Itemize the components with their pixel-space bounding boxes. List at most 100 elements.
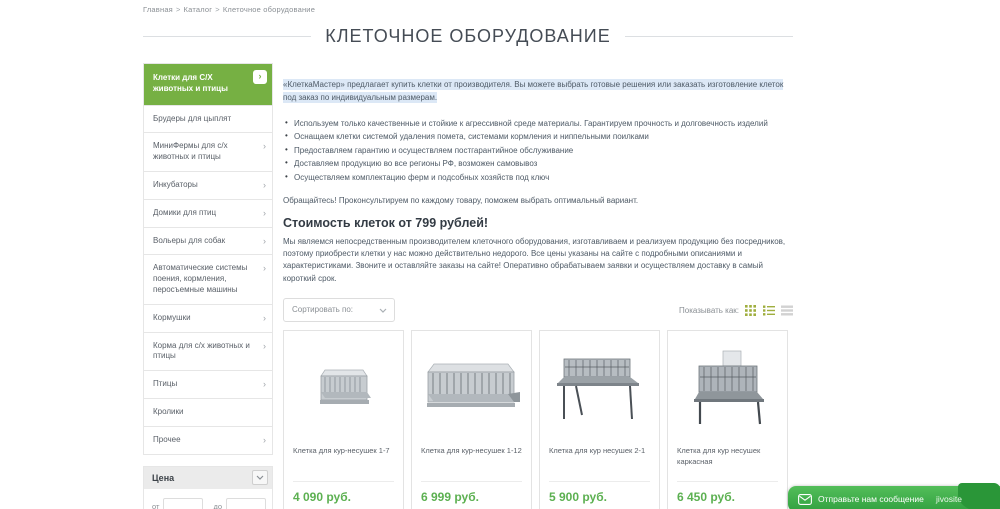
category-menu: Клетки для С/Х животных и птицы › Брудер… [143, 63, 273, 455]
chevron-right-icon: › [263, 312, 266, 324]
sidebar-item-korma[interactable]: Корма для с/х животных и птицы › [144, 333, 272, 372]
sidebar-item-kletki[interactable]: Клетки для С/Х животных и птицы › [144, 64, 272, 106]
sidebar-item-inkubatory[interactable]: Инкубаторы › [144, 172, 272, 200]
sidebar-item-voljery[interactable]: Вольеры для собак › [144, 228, 272, 256]
sidebar-item-minifermy[interactable]: МиниФермы для с/х животных и птицы › [144, 133, 272, 172]
promo-paragraph: Мы являемся непосредственным производите… [283, 236, 793, 286]
breadcrumb: Главная>Каталог>Клеточное оборудование [143, 5, 315, 14]
list-item: Предоставляем гарантию и осуществляем по… [283, 145, 793, 157]
grid-view-icon[interactable] [744, 304, 757, 317]
sidebar: Клетки для С/Х животных и птицы › Брудер… [143, 63, 273, 509]
product-card[interactable]: Клетка для кур несушек каркасная 6 450 р… [667, 330, 788, 509]
product-name[interactable]: Клетка для кур несушек 2-1 [549, 445, 650, 479]
promo-heading: Стоимость клеток от 799 рублей! [283, 216, 793, 230]
price-to-input[interactable] [226, 498, 266, 509]
chevron-right-icon: › [263, 378, 266, 390]
sidebar-item-brudery[interactable]: Брудеры для цыплят [144, 106, 272, 134]
product-price: 6 450 руб. [677, 490, 778, 504]
sidebar-item-label: Вольеры для собак [153, 236, 225, 245]
sidebar-item-domiki[interactable]: Домики для птиц › [144, 200, 272, 228]
chevron-right-icon: › [263, 140, 266, 152]
chat-brand-label: jivosite [936, 494, 962, 504]
page-title-row: КЛЕТОЧНОЕ ОБОРУДОВАНИЕ [143, 26, 793, 47]
product-card[interactable]: Клетка для кур несушек 2-1 5 900 руб. [539, 330, 660, 509]
sidebar-item-label: Прочее [153, 435, 181, 444]
sidebar-item-pticy[interactable]: Птицы › [144, 371, 272, 399]
sidebar-item-avtomaticheskie[interactable]: Автоматические системы поения, кормления… [144, 255, 272, 304]
breadcrumb-catalog[interactable]: Каталог [184, 5, 213, 14]
sidebar-item-label: Птицы [153, 379, 177, 388]
intro-outro: Обращайтесь! Проконсультируем по каждому… [283, 196, 793, 205]
view-switcher: Показывать как: [679, 304, 793, 317]
feature-list: Используем только качественные и стойкие… [283, 118, 793, 184]
product-price: 5 900 руб. [549, 490, 650, 504]
breadcrumb-home[interactable]: Главная [143, 5, 173, 14]
breadcrumb-separator: > [215, 5, 220, 14]
chevron-down-icon [379, 308, 387, 313]
table-view-icon[interactable] [780, 304, 793, 317]
list-item: Осуществляем комплектацию ферм и подсобн… [283, 172, 793, 184]
product-price: 4 090 руб. [293, 490, 394, 504]
card-divider [677, 481, 778, 482]
price-to-label: до [213, 502, 222, 509]
chevron-down-icon[interactable] [252, 470, 268, 485]
chat-widget[interactable]: Отправьте нам сообщение jivosite [788, 486, 1000, 509]
product-card[interactable]: Клетка для кур-несушек 1-12 6 999 руб. [411, 330, 532, 509]
highlighted-text: «КлеткаМастер» предлагает купить клетки … [283, 79, 783, 103]
product-name[interactable]: Клетка для кур-несушек 1-12 [421, 445, 522, 479]
chevron-right-icon: › [263, 179, 266, 191]
page: Главная>Каталог>Клеточное оборудование К… [0, 0, 1000, 509]
sidebar-item-label: Автоматические системы поения, кормления… [153, 263, 247, 294]
card-divider [293, 481, 394, 482]
sidebar-item-label: Домики для птиц [153, 208, 216, 217]
sidebar-item-kormushki[interactable]: Кормушки › [144, 305, 272, 333]
price-from-label: от [152, 502, 159, 509]
product-grid: Клетка для кур-несушек 1-7 4 090 руб. [283, 330, 793, 509]
price-filter-title: Цена [152, 473, 174, 483]
sort-dropdown[interactable]: Сортировать по: [283, 298, 395, 322]
price-filter: Цена от до [143, 466, 273, 509]
product-cage-image [549, 339, 650, 439]
chevron-right-icon: › [263, 262, 266, 274]
price-filter-body: от до [144, 489, 272, 509]
price-filter-header[interactable]: Цена [144, 467, 272, 489]
list-item: Оснащаем клетки системой удаления помета… [283, 131, 793, 143]
chevron-right-icon: › [263, 235, 266, 247]
sidebar-item-label: Корма для с/х животных и птицы [153, 341, 250, 361]
card-divider [549, 481, 650, 482]
breadcrumb-separator: > [176, 5, 181, 14]
envelope-icon [798, 494, 812, 505]
list-view-icon[interactable] [762, 304, 775, 317]
product-price: 6 999 руб. [421, 490, 522, 504]
sidebar-item-prochee[interactable]: Прочее › [144, 427, 272, 455]
intro-paragraph: «КлеткаМастер» предлагает купить клетки … [283, 79, 793, 105]
sidebar-item-label: Кормушки [153, 313, 191, 322]
title-divider-left [143, 36, 311, 37]
price-from-input[interactable] [163, 498, 203, 509]
main-content: «КлеткаМастер» предлагает купить клетки … [283, 79, 793, 509]
sidebar-item-label: МиниФермы для с/х животных и птицы [153, 141, 228, 161]
title-divider-right [625, 36, 793, 37]
product-card[interactable]: Клетка для кур-несушек 1-7 4 090 руб. [283, 330, 404, 509]
view-switcher-label: Показывать как: [679, 306, 739, 315]
product-name[interactable]: Клетка для кур-несушек 1-7 [293, 445, 394, 479]
breadcrumb-current: Клеточное оборудование [223, 5, 315, 14]
product-cage-image [421, 339, 522, 439]
page-title: КЛЕТОЧНОЕ ОБОРУДОВАНИЕ [325, 26, 611, 47]
chevron-right-icon: › [263, 207, 266, 219]
product-cage-image [677, 339, 778, 439]
sidebar-item-label: Кролики [153, 407, 184, 416]
product-cage-image [293, 339, 394, 439]
sort-dropdown-label: Сортировать по: [292, 305, 353, 314]
sidebar-item-kroliki[interactable]: Кролики [144, 399, 272, 427]
product-name[interactable]: Клетка для кур несушек каркасная [677, 445, 778, 479]
card-divider [421, 481, 522, 482]
sidebar-item-label: Клетки для С/Х животных и птицы [153, 73, 228, 93]
sidebar-item-label: Инкубаторы [153, 180, 198, 189]
list-item: Используем только качественные и стойкие… [283, 118, 793, 130]
chevron-right-icon: › [263, 434, 266, 446]
chevron-right-icon[interactable]: › [253, 70, 267, 84]
catalog-toolbar: Сортировать по: Показывать как: [283, 298, 793, 322]
sidebar-item-label: Брудеры для цыплят [153, 114, 231, 123]
chevron-right-icon: › [263, 340, 266, 352]
